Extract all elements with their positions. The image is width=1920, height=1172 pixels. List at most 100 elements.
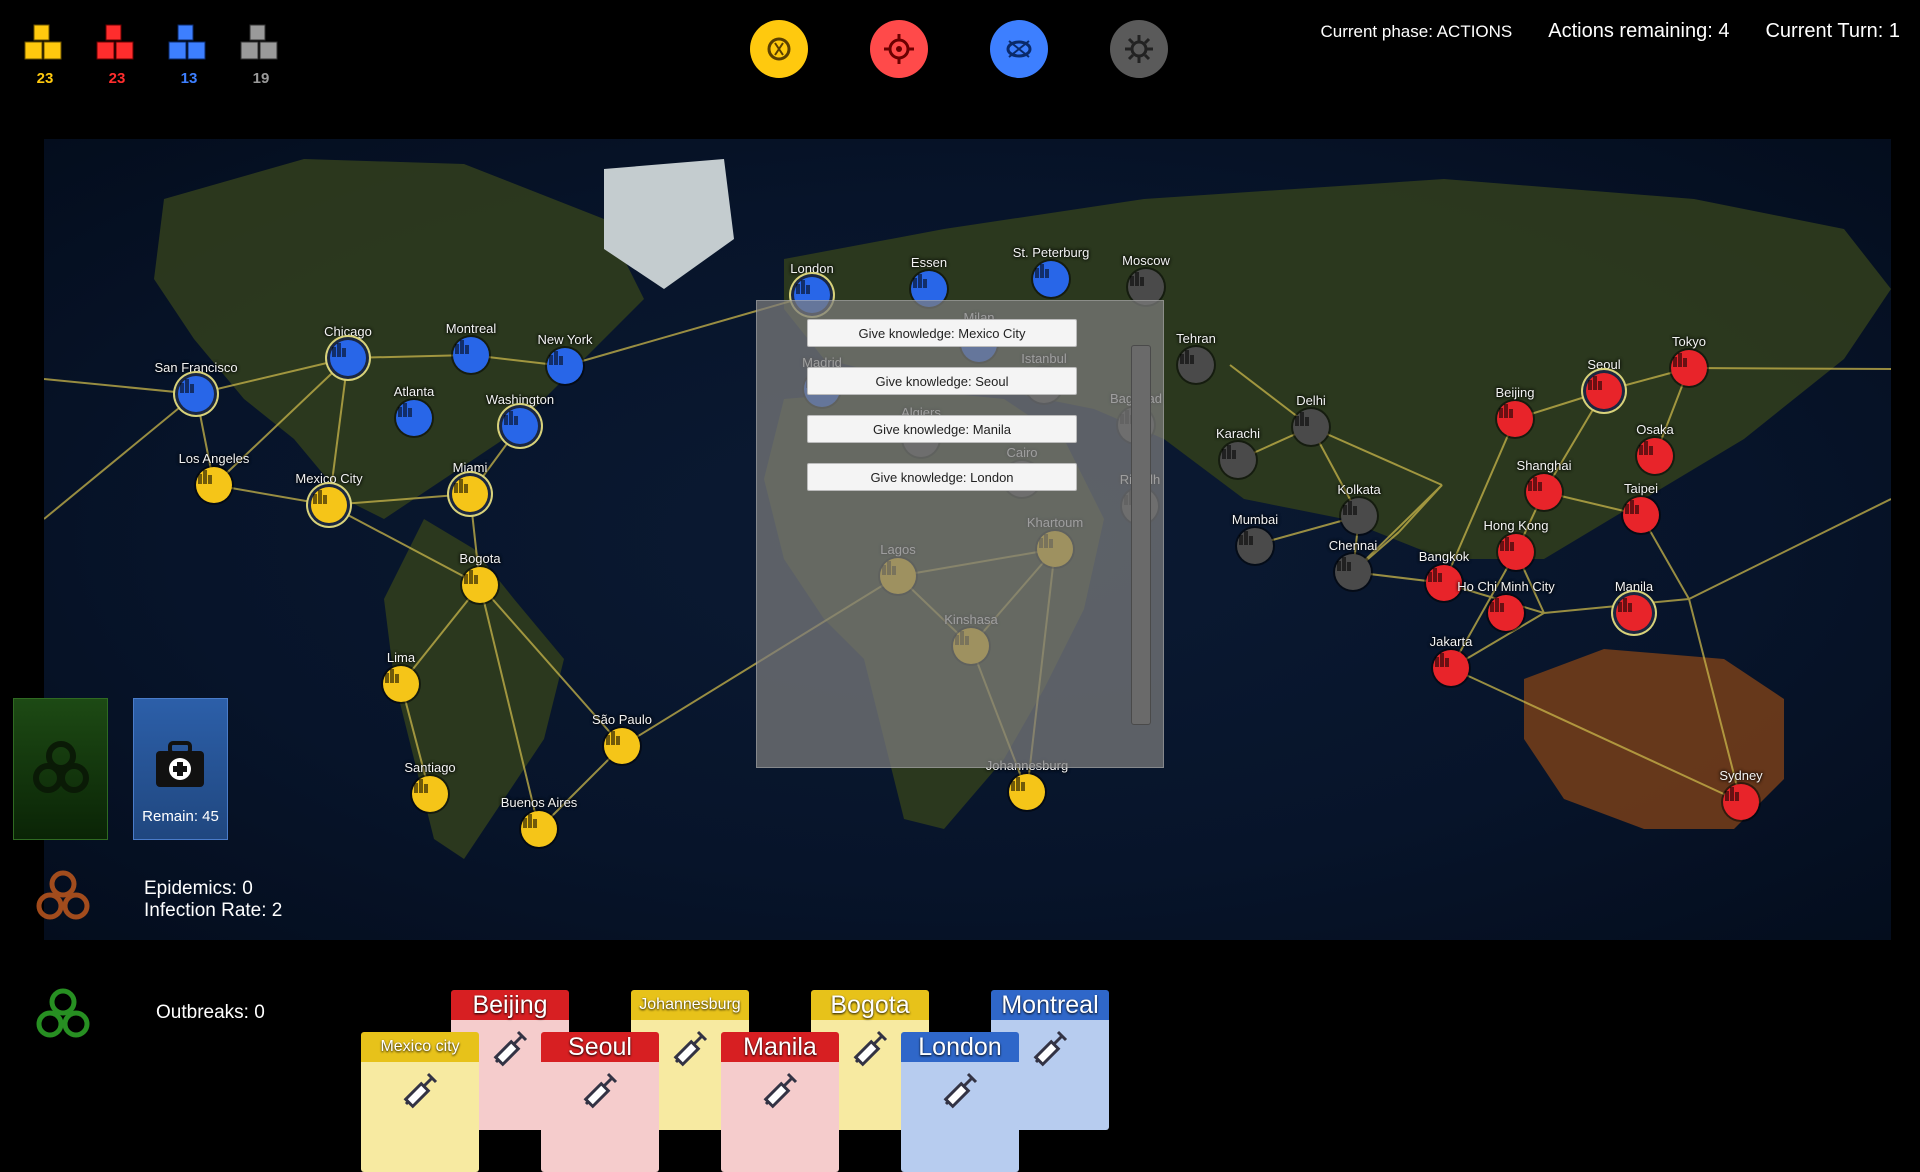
city-label-beijing: Beijing [1495,385,1535,400]
city-ho-chi-minh-city[interactable] [1488,595,1524,631]
city-sydney[interactable] [1723,784,1759,820]
city-kolkata[interactable] [1341,498,1377,534]
infection-rate-counter: Infection Rate: 2 [144,900,283,921]
syringe-icon [403,1072,438,1109]
give-knowledge-seoul-button[interactable]: Give knowledge: Seoul [807,367,1077,395]
city-label-hong-kong: Hong Kong [1483,518,1549,533]
hand-card-seoul[interactable]: Seoul [541,1032,659,1172]
city-hong-kong[interactable] [1498,534,1534,570]
hand-card-name: Bogota [811,990,929,1020]
city-label-s-o-paulo: São Paulo [592,712,652,727]
city-label-washington: Washington [485,392,555,407]
city-s-o-paulo[interactable] [604,728,640,764]
black-cubes-icon [240,24,278,60]
city-label-bangkok: Bangkok [1418,549,1470,564]
supply-black-count: 19 [252,70,270,87]
current-turn: Current Turn: 1 [1765,20,1900,42]
hand-card-manila[interactable]: Manila [721,1032,839,1172]
city-santiago[interactable] [412,776,448,812]
city-label-shanghai: Shanghai [1516,458,1572,473]
city-label-london: London [790,261,834,276]
city-label-st-peterburg: St. Peterburg [1012,245,1090,260]
give-knowledge-london-button[interactable]: Give knowledge: London [807,463,1077,491]
city-tokyo[interactable] [1671,350,1707,386]
city-jakarta[interactable] [1433,650,1469,686]
black-virus-icon [1110,20,1168,78]
city-bogota[interactable] [462,567,498,603]
city-washington[interactable] [502,408,538,444]
hand-card-name: Montreal [991,990,1109,1020]
city-label-jakarta: Jakarta [1429,634,1473,649]
city-beijing[interactable] [1497,401,1533,437]
city-label-tokyo: Tokyo [1672,334,1706,349]
hand-card-london[interactable]: London [901,1032,1019,1172]
city-taipei[interactable] [1623,497,1659,533]
city-label-montreal: Montreal [445,321,497,336]
city-osaka[interactable] [1637,438,1673,474]
city-label-chicago: Chicago [324,324,372,339]
hand-card-body [361,1062,479,1172]
city-johannesburg[interactable] [1009,774,1045,810]
syringe-icon [583,1072,618,1109]
city-label-mexico-city: Mexico City [295,471,363,486]
hand-card-name: Manila [721,1032,839,1062]
epidemic-biohazard-icon [36,870,90,920]
city-lima[interactable] [383,666,419,702]
city-mexico-city[interactable] [311,487,347,523]
city-label-ho-chi-minh-city: Ho Chi Minh City [1457,579,1555,594]
hand-card-mexico-city[interactable]: Mexico city [361,1032,479,1172]
city-label-essen: Essen [910,255,948,270]
city-manila[interactable] [1616,595,1652,631]
give-knowledge-panel: Give knowledge: Mexico City Give knowled… [756,300,1164,768]
city-label-new-york: New York [537,332,593,347]
give-knowledge-mexico-city-button[interactable]: Give knowledge: Mexico City [807,319,1077,347]
red-cubes-icon [96,24,134,60]
city-new-york[interactable] [547,348,583,384]
city-label-chennai: Chennai [1328,538,1378,553]
city-label-taipei: Taipei [1624,481,1658,496]
give-knowledge-manila-button[interactable]: Give knowledge: Manila [807,415,1077,443]
city-miami[interactable] [452,476,488,512]
city-chicago[interactable] [330,340,366,376]
hand-card-name: Beijing [451,990,569,1020]
hand-card-body [901,1062,1019,1172]
city-san-francisco[interactable] [178,376,214,412]
yellow-cubes-icon [24,24,62,60]
city-label-santiago: Santiago [404,760,456,775]
city-montreal[interactable] [453,337,489,373]
city-label-karachi: Karachi [1215,426,1261,441]
hand-card-body [541,1062,659,1172]
outbreaks-counter: Outbreaks: 0 [156,1002,265,1023]
supply-yellow: 23 [22,22,68,87]
city-delhi[interactable] [1293,409,1329,445]
city-label-san-francisco: San Francisco [154,360,238,375]
infection-deck[interactable] [13,698,108,840]
city-atlanta[interactable] [396,400,432,436]
city-buenos-aires[interactable] [521,811,557,847]
city-seoul[interactable] [1586,373,1622,409]
player-deck[interactable]: Remain: 45 [133,698,228,840]
cube-supply: 23 23 13 19 [22,22,284,87]
city-tehran[interactable] [1178,347,1214,383]
city-shanghai[interactable] [1526,474,1562,510]
epidemics-counter: Epidemics: 0 [144,878,253,899]
game-status: Current phase: ACTIONS Actions remaining… [1320,20,1900,43]
syringe-icon [763,1072,798,1109]
syringe-icon [943,1072,978,1109]
city-karachi[interactable] [1220,442,1256,478]
medkit-icon [156,741,204,787]
city-label-bogota: Bogota [459,551,501,566]
panel-scrollbar[interactable] [1131,345,1151,725]
city-chennai[interactable] [1335,554,1371,590]
outbreak-biohazard-icon [36,988,90,1038]
city-label-seoul: Seoul [1587,357,1621,372]
city-mumbai[interactable] [1237,528,1273,564]
city-los-angeles[interactable] [196,467,232,503]
syringe-icon [1033,1030,1068,1067]
current-phase: Current phase: ACTIONS [1320,22,1513,41]
cure-indicators [750,20,1168,78]
hand-card-name: Mexico city [361,1032,479,1062]
city-label-buenos-aires: Buenos Aires [500,795,578,810]
supply-blue-count: 13 [180,70,198,87]
city-st-peterburg[interactable] [1033,261,1069,297]
